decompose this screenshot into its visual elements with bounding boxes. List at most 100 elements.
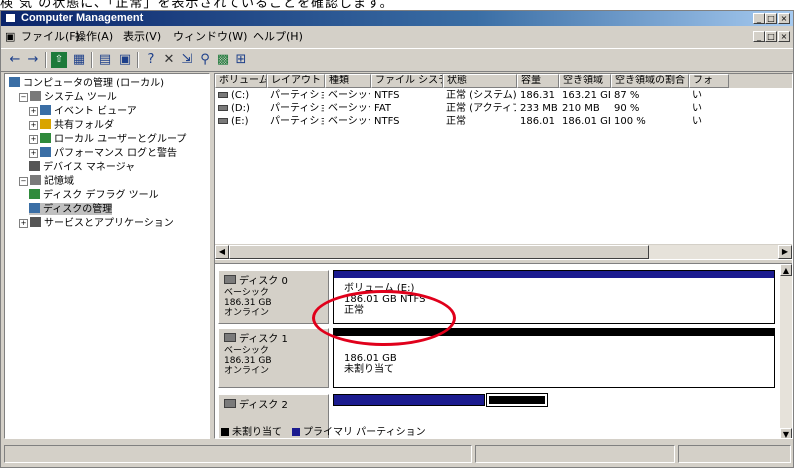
volume-block-unallocated[interactable] [486,393,548,407]
legend-swatch [221,428,229,436]
tree-node-label: ディスク デフラグ ツール [43,190,159,201]
table-cell: ベーシック [328,103,370,114]
table-row[interactable]: (D:) パーティションベーシック FAT 正常 (アクティブ) 233 MB 210 M… [215,102,792,115]
computer-icon [5,13,16,23]
table-cell: 90 % [614,103,640,114]
toolbar-separator [91,52,93,68]
tree-node-label: イベント ビューア [54,106,137,117]
expand-icon[interactable]: + [29,135,38,144]
collapse-icon[interactable]: − [19,177,28,186]
volume-type-bar [334,329,774,336]
collapse-icon[interactable]: − [19,93,28,102]
tree-node[interactable]: ディスク デフラグ ツール [29,189,159,201]
status-panel-2 [475,445,675,463]
forward-icon[interactable]: → [25,52,41,68]
disk-header[interactable]: ディスク 0 ベーシック 186.31 GB オンライン [218,270,329,324]
disk-header[interactable]: ディスク 1 ベーシック 186.31 GB オンライン [218,328,329,388]
scroll-down-icon[interactable]: ▼ [780,428,792,438]
column-header[interactable]: 状態 [443,74,517,88]
status-bar [1,443,793,465]
volume-block[interactable]: 186.01 GB 未割り当て [333,328,775,388]
table-cell: NTFS [374,90,400,101]
tree-node-label: ディスクの管理 [43,204,113,215]
column-header[interactable]: 種類 [325,74,371,88]
tree-node[interactable]: − 記憶域 [19,175,74,187]
menu-help[interactable]: ヘルプ(H) [253,30,303,44]
horizontal-scrollbar[interactable]: ◀ ▶ [215,244,792,259]
volume-block-primary[interactable] [333,394,485,406]
up-folder-icon[interactable]: ⇧ [51,52,67,68]
column-header[interactable]: レイアウト [267,74,325,88]
table-row[interactable]: (E:) パーティションベーシック NTFS 正常 186.01 GB 186.01 GB… [215,115,792,128]
table-cell: い [692,116,702,127]
map-icon[interactable]: ▩ [215,52,231,68]
expand-icon[interactable]: + [19,219,28,228]
show-hide-tree-icon[interactable]: ▦ [71,52,87,68]
volume-block[interactable]: ボリューム (E:) 186.01 GB NTFS 正常 [333,270,775,324]
tree-node[interactable]: + サービスとアプリケーション [19,217,174,229]
column-header[interactable]: 容量 [517,74,559,88]
delete-icon[interactable]: ✕ [161,52,177,68]
tree-node[interactable]: ディスクの管理 [29,203,113,215]
column-header[interactable]: 空き領域 [559,74,611,88]
table-cell: FAT [374,103,392,114]
close-button[interactable]: × [778,13,790,24]
scroll-left-icon[interactable]: ◀ [215,245,229,259]
disk-graph: ディスク 0 ベーシック 186.31 GB オンライン ボリューム (E:) 186.0… [215,264,780,438]
scroll-thumb[interactable] [229,245,649,259]
tree-node[interactable]: + 共有フォルダ [29,119,114,131]
column-header[interactable]: ファイル システム [371,74,443,88]
mdi-minimize-button[interactable]: _ [753,31,765,42]
table-cell: 100 % [614,116,646,127]
users-icon [40,133,51,143]
back-icon[interactable]: ← [7,52,23,68]
table-cell: い [692,103,702,114]
expand-icon[interactable]: + [29,107,38,116]
scroll-up-icon[interactable]: ▲ [780,264,792,276]
volume-list-header: ボリュームレイアウト種類ファイル システム状態容量空き領域空き領域の割合フォ [215,74,792,88]
tree-node-label: デバイス マネージャ [43,162,136,173]
disk-management-icon [29,203,40,213]
scroll-right-icon[interactable]: ▶ [778,245,792,259]
table-cell: 163.21 GB [562,90,610,101]
title-bar[interactable]: Computer Management _ □ × [1,11,793,26]
volume-text-line: 186.01 GB NTFS [344,294,426,305]
help-icon[interactable]: ? [143,52,159,68]
minimize-button[interactable]: _ [753,13,765,24]
expand-icon[interactable]: + [29,121,38,130]
table-cell: 186.01 GB [520,116,558,127]
column-header[interactable]: ボリューム [215,74,267,88]
menu-view[interactable]: 表示(V) [123,30,161,44]
menu-file[interactable]: ファイル(F) [21,30,80,44]
properties-icon[interactable]: ▤ [97,52,113,68]
refresh-icon[interactable]: ▣ [117,52,133,68]
maximize-button[interactable]: □ [765,13,777,24]
tree-node[interactable]: + ローカル ユーザーとグループ [29,133,186,145]
expand-icon[interactable]: + [29,149,38,158]
tree-node[interactable]: + パフォーマンス ログと警告 [29,147,177,159]
tree-node[interactable]: − システム ツール [19,91,117,103]
volume-icon [218,92,228,98]
table-row[interactable]: (C:) パーティションベーシック NTFS 正常 (システム) 186.31 GB 16… [215,89,792,102]
tree-node-label: 共有フォルダ [54,120,114,131]
menu-action[interactable]: 操作(A) [75,30,113,44]
window-title: Computer Management [21,12,144,24]
table-cell: 正常 [446,116,466,127]
vertical-scrollbar[interactable]: ▲ ▼ [780,264,792,438]
tree-node[interactable]: デバイス マネージャ [29,161,135,173]
tree-node[interactable]: コンピュータの管理 (ローカル) [9,77,164,89]
disk-name: ディスク 1 [224,333,328,346]
disk-info-line: 186.31 GB [224,298,272,308]
menu-window[interactable]: ウィンドウ(W) [173,30,247,44]
export-icon[interactable]: ⇲ [179,52,195,68]
search-icon[interactable]: ⚲ [197,52,213,68]
table-cell: 正常 (システム) [446,90,516,101]
mdi-close-button[interactable]: × [778,31,790,42]
column-header[interactable]: 空き領域の割合 [611,74,689,88]
view-icon[interactable]: ⊞ [233,52,249,68]
app-menu-icon[interactable]: ▣ [5,30,15,44]
mdi-restore-button[interactable]: □ [765,31,777,42]
tree-node[interactable]: + イベント ビューア [29,105,137,117]
storage-icon [30,175,41,185]
column-header[interactable]: フォ [689,74,729,88]
